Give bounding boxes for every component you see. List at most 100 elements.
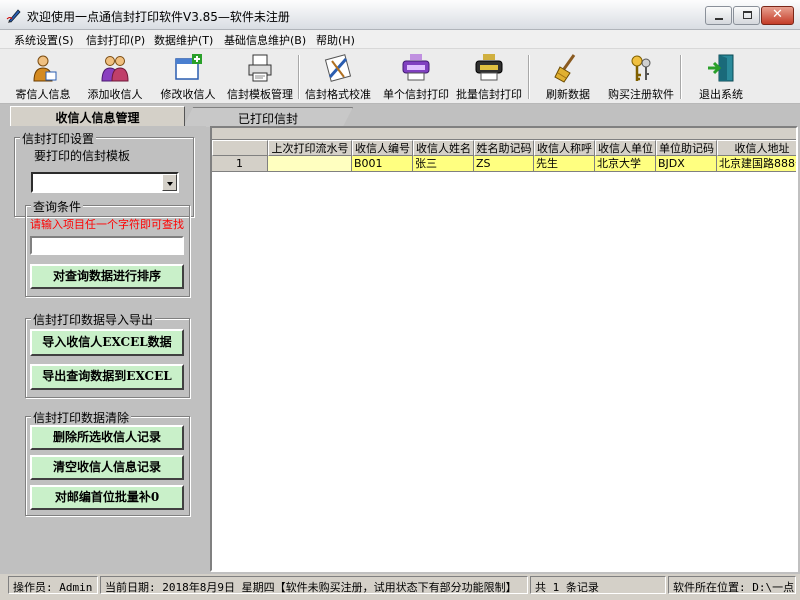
calibrate-tools-icon — [324, 54, 352, 82]
left-panel: 信封打印设置 要打印的信封模板 查询条件 请输入项目任一个字符即可查找 对查询数… — [8, 126, 206, 572]
query-group: 查询条件 请输入项目任一个字符即可查找 对查询数据进行排序 — [25, 198, 190, 297]
format-calibrate-label: 信封格式校准 — [305, 88, 371, 101]
clear-data-title: 信封打印数据清除 — [31, 409, 132, 426]
status-record-count: 共 1 条记录 — [530, 576, 666, 594]
toolbar-separator — [298, 55, 300, 99]
sender-info-label: 寄信人信息 — [15, 88, 71, 101]
batch-print-label: 批量信封打印 — [456, 88, 522, 101]
row-number: 1 — [212, 156, 268, 172]
table-row[interactable]: 1 B001 张三 ZS 先生 北京大学 BJDX 北京建国路888号 — [212, 156, 796, 172]
minimize-icon — [715, 18, 723, 20]
clear-all-button[interactable]: 清空收信人信息记录 — [30, 455, 184, 480]
close-icon: ✕ — [772, 7, 783, 22]
table-cell[interactable] — [268, 156, 352, 172]
template-select[interactable] — [31, 172, 179, 193]
close-button[interactable]: ✕ — [761, 6, 794, 25]
maximize-icon — [743, 11, 752, 19]
edit-recipient-label: 修改收信人 — [160, 88, 216, 101]
column-header[interactable]: 收信人姓名 — [413, 140, 474, 156]
dropdown-button[interactable] — [162, 174, 177, 191]
column-header[interactable]: 单位助记码 — [656, 140, 717, 156]
tab-strip: 已打印信封 收信人信息管理 — [0, 104, 800, 128]
table-cell[interactable]: 北京建国路888号 — [717, 156, 796, 172]
corner-cell — [212, 140, 268, 156]
delete-selected-button[interactable]: 删除所选收信人记录 — [30, 425, 184, 450]
chevron-down-icon — [167, 182, 173, 186]
buy-register-button[interactable]: 购买注册软件 — [604, 51, 678, 103]
sort-button[interactable]: 对查询数据进行排序 — [30, 264, 184, 289]
template-printer-icon — [248, 54, 272, 82]
status-bar: 操作员: Admin 当前日期: 2018年8月9日 星期四【软件未购买注册，试… — [0, 574, 800, 600]
import-export-group: 信封打印数据导入导出 导入收信人EXCEL数据 导出查询数据到EXCEL — [25, 311, 190, 398]
sender-person-icon — [33, 55, 57, 82]
column-header[interactable]: 收信人称呼 — [534, 140, 595, 156]
column-header[interactable]: 收信人单位 — [595, 140, 656, 156]
import-export-title: 信封打印数据导入导出 — [31, 311, 156, 328]
menu-help[interactable]: 帮助(H) — [316, 32, 355, 48]
maximize-button[interactable] — [733, 6, 760, 25]
column-header[interactable]: 收信人编号 — [352, 140, 413, 156]
status-operator: 操作员: Admin — [8, 576, 98, 594]
query-hint: 请输入项目任一个字符即可查找 — [30, 218, 184, 231]
status-location: 软件所在位置: D:\一点 — [668, 576, 796, 594]
tab-printed-envelopes[interactable]: 已打印信封 — [183, 107, 353, 127]
table-cell[interactable]: BJDX — [656, 156, 717, 172]
refresh-button[interactable]: 刷新数据 — [532, 51, 604, 103]
add-recipient-label: 添加收信人 — [87, 88, 143, 101]
add-recipient-button[interactable]: 添加收信人 — [80, 51, 150, 103]
print-settings-title: 信封打印设置 — [20, 130, 97, 147]
add-recipient-icon — [101, 56, 129, 82]
template-label: 要打印的信封模板 — [34, 149, 131, 163]
menu-system-settings[interactable]: 系统设置(S) — [14, 32, 74, 48]
edit-recipient-button[interactable]: 修改收信人 — [152, 51, 224, 103]
menu-envelope-print[interactable]: 信封打印(P) — [86, 32, 145, 48]
grid-top-strip — [212, 128, 796, 140]
table-cell[interactable]: ZS — [474, 156, 534, 172]
toolbar-separator — [528, 55, 530, 99]
print-single-icon — [402, 54, 430, 81]
window-title: 欢迎使用一点通信封打印软件V3.85—软件未注册 — [27, 10, 290, 24]
single-print-label: 单个信封打印 — [383, 88, 449, 101]
menu-data-maintenance[interactable]: 数据维护(T) — [154, 32, 213, 48]
toolbar: 寄信人信息 添加收信人 修改收信人 信封模板管理 信封格式校准 单个信封打印 批… — [0, 48, 800, 104]
table-cell[interactable]: B001 — [352, 156, 413, 172]
exit-button[interactable]: 退出系统 — [686, 51, 756, 103]
format-calibrate-button[interactable]: 信封格式校准 — [302, 51, 374, 103]
menu-bar: 系统设置(S) 信封打印(P) 数据维护(T) 基础信息维护(B) 帮助(H) — [0, 30, 800, 48]
menu-base-info[interactable]: 基础信息维护(B) — [224, 32, 306, 48]
exit-label: 退出系统 — [699, 88, 743, 101]
query-title: 查询条件 — [31, 198, 84, 215]
sender-info-button[interactable]: 寄信人信息 — [8, 51, 78, 103]
refresh-label: 刷新数据 — [546, 88, 590, 101]
template-manage-button[interactable]: 信封模板管理 — [224, 51, 296, 103]
print-batch-icon — [475, 54, 503, 81]
recipient-grid[interactable]: 上次打印流水号 收信人编号 收信人姓名 姓名助记码 收信人称呼 收信人单位 单位… — [210, 126, 798, 572]
query-input[interactable] — [30, 236, 184, 255]
batch-print-button[interactable]: 批量信封打印 — [452, 51, 526, 103]
toolbar-separator — [680, 55, 682, 99]
single-print-button[interactable]: 单个信封打印 — [380, 51, 452, 103]
tab-recipient-management[interactable]: 收信人信息管理 — [10, 106, 185, 128]
grid-header: 上次打印流水号 收信人编号 收信人姓名 姓名助记码 收信人称呼 收信人单位 单位… — [212, 140, 796, 156]
register-keys-icon — [631, 55, 651, 81]
minimize-button[interactable] — [705, 6, 732, 25]
column-header[interactable]: 姓名助记码 — [474, 140, 534, 156]
pad-zip-button[interactable]: 对邮编首位批量补0 — [30, 485, 184, 510]
table-cell[interactable]: 北京大学 — [595, 156, 656, 172]
table-cell[interactable]: 先生 — [534, 156, 595, 172]
exit-door-icon — [708, 54, 734, 82]
import-excel-button[interactable]: 导入收信人EXCEL数据 — [30, 329, 184, 356]
table-cell[interactable]: 张三 — [413, 156, 474, 172]
template-manage-label: 信封模板管理 — [227, 88, 293, 101]
refresh-broom-icon — [554, 54, 576, 83]
app-pen-icon — [6, 9, 21, 23]
buy-register-label: 购买注册软件 — [608, 88, 674, 101]
clear-data-group: 信封打印数据清除 删除所选收信人记录 清空收信人信息记录 对邮编首位批量补0 — [25, 409, 190, 516]
column-header[interactable]: 收信人地址 — [717, 140, 796, 156]
title-bar[interactable]: 欢迎使用一点通信封打印软件V3.85—软件未注册 ✕ — [0, 0, 800, 30]
export-excel-button[interactable]: 导出查询数据到EXCEL — [30, 364, 184, 390]
edit-recipient-icon — [175, 54, 202, 80]
column-header[interactable]: 上次打印流水号 — [268, 140, 352, 156]
main-content: 信封打印设置 要打印的信封模板 查询条件 请输入项目任一个字符即可查找 对查询数… — [8, 126, 798, 572]
status-date: 当前日期: 2018年8月9日 星期四【软件未购买注册，试用状态下有部分功能限制… — [100, 576, 528, 594]
